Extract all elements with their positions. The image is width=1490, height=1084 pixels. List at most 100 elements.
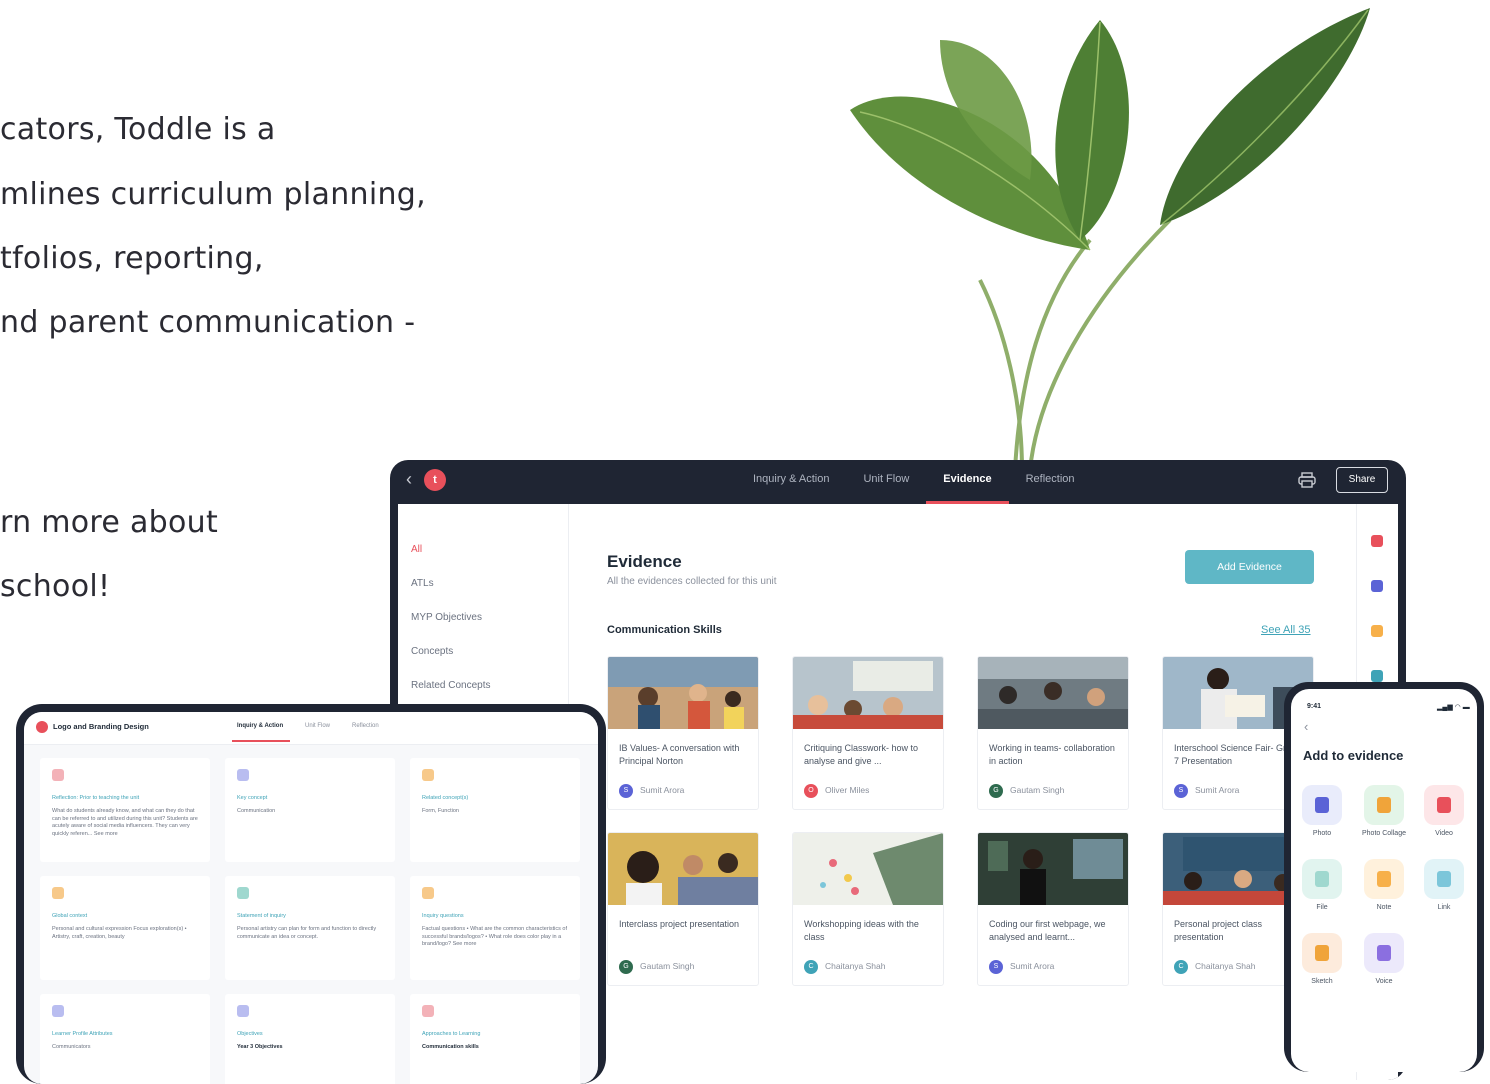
evidence-card[interactable]: Critiquing Classwork- how to analyse and… xyxy=(792,656,944,810)
evidence-card[interactable]: Interclass project presentation G Gautam… xyxy=(607,832,759,986)
avatar: O xyxy=(804,784,818,798)
toddle-logo: t xyxy=(424,469,446,491)
rail-list-icon[interactable] xyxy=(1371,670,1383,682)
tab-inquiry-action[interactable]: Inquiry & Action xyxy=(237,723,283,729)
evidence-author: Sumit Arora xyxy=(640,785,685,795)
tablet-header: Logo and Branding Design Inquiry & Actio… xyxy=(24,712,598,745)
rail-le-icon[interactable] xyxy=(1371,580,1383,592)
planner-card[interactable]: Key concept Communication xyxy=(225,758,395,862)
option-label: Note xyxy=(1376,904,1392,911)
option-label: Photo Collage xyxy=(1362,830,1406,837)
planner-card-body: Factual questions • What are the common … xyxy=(422,926,567,947)
back-chevron-icon[interactable]: ‹ xyxy=(1304,719,1308,734)
intro-line: nd parent communication - xyxy=(0,305,416,340)
back-chevron-icon[interactable]: ‹ xyxy=(406,469,412,490)
planner-card-label: Approaches to Learning xyxy=(422,1031,481,1037)
link-icon xyxy=(1424,859,1464,899)
planner-card[interactable]: Reflection: Prior to teaching the unit W… xyxy=(40,758,210,862)
global-context-icon xyxy=(52,887,64,899)
active-tab-indicator xyxy=(232,740,290,742)
phone-mockup: 9:41 ▂▄▆ ◠ ▬ ‹ Add to evidence Photo Pho… xyxy=(1284,682,1484,1072)
planner-card-label: Objectives xyxy=(237,1031,263,1037)
rail-evidence-icon[interactable] xyxy=(1371,535,1383,547)
option-label: Photo xyxy=(1312,830,1332,837)
option-photo[interactable]: Photo xyxy=(1297,785,1347,845)
evidence-author: Sumit Arora xyxy=(1010,961,1055,971)
evidence-card[interactable]: Workshopping ideas with the class C Chai… xyxy=(792,832,944,986)
evidence-author: Gautam Singh xyxy=(640,961,695,971)
related-concept-icon xyxy=(422,769,434,781)
option-voice[interactable]: Voice xyxy=(1359,933,1409,993)
tab-unit-flow[interactable]: Unit Flow xyxy=(846,460,926,504)
planner-card[interactable]: Statement of inquiry Personal artistry c… xyxy=(225,876,395,980)
planner-card[interactable]: Learner Profile Attributes Communicators xyxy=(40,994,210,1084)
evidence-author: Oliver Miles xyxy=(825,785,870,795)
file-icon xyxy=(1302,859,1342,899)
planner-card-body: Year 3 Objectives xyxy=(237,1044,283,1050)
planner-card[interactable]: Global context Personal and cultural exp… xyxy=(40,876,210,980)
plant-illustration xyxy=(850,8,1370,470)
intro-line: mlines curriculum planning, xyxy=(0,177,426,212)
planner-card-body: Communication xyxy=(237,808,276,814)
avatar: C xyxy=(1174,960,1188,974)
planner-card[interactable]: Inquiry questions Factual questions • Wh… xyxy=(410,876,580,980)
option-photo-collage[interactable]: Photo Collage xyxy=(1359,785,1409,845)
avatar: G xyxy=(989,784,1003,798)
rail-note-icon[interactable] xyxy=(1371,625,1383,637)
page-subtitle: All the evidences collected for this uni… xyxy=(607,576,777,587)
status-time: 9:41 xyxy=(1307,703,1322,710)
evidence-card[interactable]: Coding our first webpage, we analysed an… xyxy=(977,832,1129,986)
evidence-photo xyxy=(793,833,943,905)
option-label: File xyxy=(1316,904,1328,911)
evidence-card-title: Interclass project presentation xyxy=(619,919,740,929)
sidebar-item-myp-objectives[interactable]: MYP Objectives xyxy=(411,612,482,623)
option-video[interactable]: Video xyxy=(1419,785,1469,845)
evidence-author: Sumit Arora xyxy=(1195,785,1240,795)
planner-card-body: What do students already know, and what … xyxy=(52,808,198,837)
evidence-photo xyxy=(978,657,1128,729)
unit-title: Logo and Branding Design xyxy=(53,722,149,731)
statement-icon xyxy=(237,887,249,899)
tab-unit-flow[interactable]: Unit Flow xyxy=(305,723,330,729)
planner-card[interactable]: Related concept(s) Form, Function xyxy=(410,758,580,862)
tab-inquiry-action[interactable]: Inquiry & Action xyxy=(736,460,846,504)
sheet-title: Add to evidence xyxy=(1303,748,1404,763)
evidence-author: Chaitanya Shah xyxy=(825,961,886,971)
sidebar-item-all[interactable]: All xyxy=(411,544,422,555)
print-icon[interactable] xyxy=(1298,472,1316,488)
unit-tabs: Inquiry & Action Unit Flow Evidence Refl… xyxy=(736,460,1092,504)
evidence-card[interactable]: Working in teams- collaboration in actio… xyxy=(977,656,1129,810)
sidebar-item-atls[interactable]: ATLs xyxy=(411,578,434,589)
option-label: Video xyxy=(1435,830,1453,837)
tab-reflection[interactable]: Reflection xyxy=(352,723,379,729)
share-button[interactable]: Share xyxy=(1336,467,1388,493)
sidebar-item-concepts[interactable]: Concepts xyxy=(411,646,453,657)
evidence-photo xyxy=(608,657,758,729)
planner-card-label: Global context xyxy=(52,913,88,919)
sketch-icon xyxy=(1302,933,1342,973)
tab-evidence[interactable]: Evidence xyxy=(926,460,1009,504)
sidebar-item-related-concepts[interactable]: Related Concepts xyxy=(411,680,491,691)
tab-reflection[interactable]: Reflection xyxy=(1009,460,1092,504)
option-note[interactable]: Note xyxy=(1359,859,1409,919)
toddle-logo-icon xyxy=(36,721,48,733)
option-file[interactable]: File xyxy=(1297,859,1347,919)
objectives-icon xyxy=(237,1005,249,1017)
evidence-photo xyxy=(608,833,758,905)
option-link[interactable]: Link xyxy=(1419,859,1469,919)
evidence-card-title: Workshopping ideas with the class xyxy=(804,919,919,942)
planner-card-body: Communication skills xyxy=(422,1044,479,1050)
planner-card[interactable]: Objectives Year 3 Objectives xyxy=(225,994,395,1084)
section-heading: Communication Skills xyxy=(607,624,722,636)
planner-card[interactable]: Approaches to Learning Communication ski… xyxy=(410,994,580,1084)
reflection-icon xyxy=(52,769,64,781)
intro-line: rn more about xyxy=(0,505,219,540)
see-all-link[interactable]: See All 35 xyxy=(1261,624,1311,636)
evidence-card[interactable]: IB Values- A conversation with Principal… xyxy=(607,656,759,810)
planner-card-label: Learner Profile Attributes xyxy=(52,1031,113,1037)
add-evidence-button[interactable]: Add Evidence xyxy=(1185,550,1314,584)
app-top-bar: ‹ t Inquiry & Action Unit Flow Evidence … xyxy=(390,460,1406,504)
option-sketch[interactable]: Sketch xyxy=(1297,933,1347,993)
tablet-mockup: Logo and Branding Design Inquiry & Actio… xyxy=(16,704,606,1084)
status-icons: ▂▄▆ ◠ ▬ xyxy=(1437,704,1470,711)
